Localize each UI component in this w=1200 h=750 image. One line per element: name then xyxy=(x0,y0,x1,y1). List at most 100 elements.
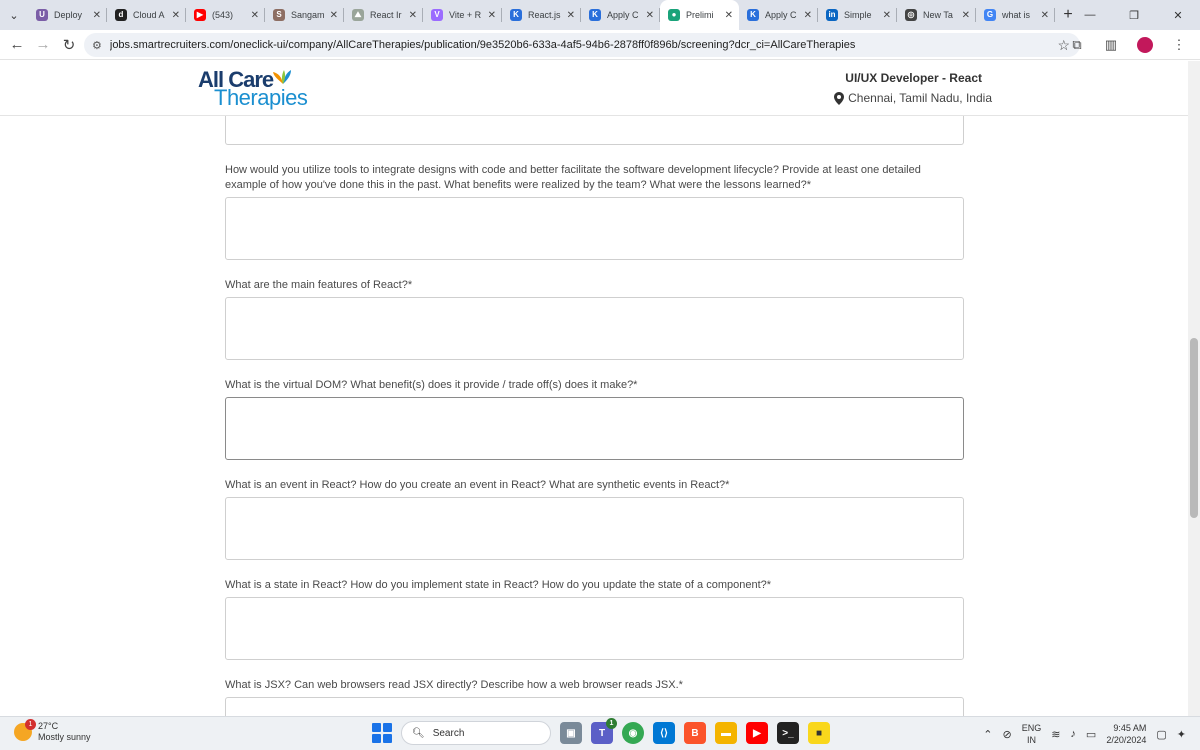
side-panel-icon[interactable]: ▥ xyxy=(1100,33,1122,57)
browser-tab[interactable]: V Vite + R ✕ xyxy=(423,0,502,30)
terminal-icon[interactable]: >_ xyxy=(777,722,799,744)
tab-title: Vite + R xyxy=(449,10,482,20)
tab-favicon-icon: ⛰ xyxy=(352,9,364,21)
tab-favicon-icon: V xyxy=(431,9,443,21)
windows-taskbar: 1 27°C Mostly sunny 🔍︎ Search ▣ T 1 ◉ ⟨⟩… xyxy=(0,716,1200,750)
browser-tab[interactable]: Gwhat is ✕ xyxy=(976,0,1055,30)
browser-tab[interactable]: ● Prelimi ✕ xyxy=(660,0,739,30)
clock[interactable]: 9:45 AM 2/20/2024 xyxy=(1106,722,1146,746)
tab-close-icon[interactable]: ✕ xyxy=(567,10,575,21)
tab-close-icon[interactable]: ✕ xyxy=(646,10,654,21)
tab-close-icon[interactable]: ✕ xyxy=(251,10,259,21)
tab-favicon-icon: d xyxy=(115,9,127,21)
extensions-icon[interactable]: ⧉ xyxy=(1066,33,1088,57)
browser-tab[interactable]: K Apply C ✕ xyxy=(581,0,660,30)
system-tray: ⌃ ⊘ ENG IN ≋ ♪ ▭ 9:45 AM 2/20/2024 ▢ ✦ xyxy=(983,722,1186,746)
browser-tab[interactable]: K React.js ✕ xyxy=(502,0,581,30)
chevron-up-icon[interactable]: ⌃ xyxy=(983,728,992,741)
browser-tab[interactable]: in Simple ✕ xyxy=(818,0,897,30)
menu-icon[interactable]: ⋮ xyxy=(1168,33,1190,57)
page-scrollbar[interactable] xyxy=(1188,61,1200,716)
profile-avatar[interactable] xyxy=(1134,33,1156,57)
answer-textarea[interactable] xyxy=(225,297,964,360)
sun-icon: 1 xyxy=(14,719,36,741)
tab-close-icon[interactable]: ✕ xyxy=(725,10,733,21)
browser-tab[interactable]: ⛰ React Ir ✕ xyxy=(344,0,423,30)
notification-icon[interactable]: ▢ xyxy=(1156,728,1166,741)
tab-close-icon[interactable]: ✕ xyxy=(330,10,338,21)
answer-textarea[interactable] xyxy=(225,497,964,560)
tab-close-icon[interactable]: ✕ xyxy=(93,10,101,21)
sticky-notes-icon[interactable]: ■ xyxy=(808,722,830,744)
youtube-icon[interactable]: ▶ xyxy=(746,722,768,744)
tab-search-icon[interactable]: ⌄ xyxy=(0,0,28,30)
question-field: What is an event in React? How do you cr… xyxy=(225,478,965,560)
tab-list: U Deploy ✕ d Cloud A ✕ ▶ (543) ✕ S Sangam ✕ ⛰ React I… xyxy=(28,0,1055,30)
tab-title: New Ta xyxy=(923,10,953,20)
chrome-icon[interactable]: ◉ xyxy=(622,722,644,744)
browser-tab[interactable]: ▶ (543) ✕ xyxy=(186,0,265,30)
taskbar-apps: 🔍︎ Search ▣ T 1 ◉ ⟨⟩ B ▬ ▶ >_ ■ xyxy=(372,718,830,745)
tab-favicon-icon: U xyxy=(36,9,48,21)
forward-icon[interactable]: → xyxy=(30,32,56,58)
back-icon[interactable]: ← xyxy=(4,32,30,58)
tab-close-icon[interactable]: ✕ xyxy=(488,10,496,21)
reload-icon[interactable]: ↻ xyxy=(56,32,82,58)
answer-textarea[interactable] xyxy=(225,197,964,260)
copilot-icon[interactable]: ✦ xyxy=(1177,728,1186,741)
answer-textarea[interactable] xyxy=(225,397,964,460)
clock-time: 9:45 AM xyxy=(1113,723,1147,733)
windows-start-icon[interactable] xyxy=(372,723,392,743)
tab-close-icon[interactable]: ✕ xyxy=(409,10,417,21)
job-title: UI/UX Developer - React xyxy=(845,71,982,85)
restore-icon[interactable]: ❐ xyxy=(1112,0,1156,30)
clock-date: 2/20/2024 xyxy=(1106,735,1147,745)
question-field: What are the main features of React?* xyxy=(225,278,965,360)
file-explorer-icon[interactable]: ▬ xyxy=(715,722,737,744)
tab-title: what is xyxy=(1002,10,1031,20)
tab-title: (543) xyxy=(212,10,234,20)
question-list: How would you utilize tools to integrate… xyxy=(225,163,965,716)
question-label: What is an event in React? How do you cr… xyxy=(225,479,730,491)
security-icon[interactable]: ⊘ xyxy=(1002,728,1011,741)
teams-icon[interactable]: T 1 xyxy=(591,718,617,744)
answer-textarea[interactable] xyxy=(225,697,964,716)
brave-icon[interactable]: B xyxy=(684,722,706,744)
company-logo[interactable]: All Care Therapies xyxy=(198,67,308,111)
tab-favicon-icon: ● xyxy=(668,9,680,21)
tab-close-icon[interactable]: ✕ xyxy=(172,10,180,21)
minimize-icon[interactable]: — xyxy=(1068,0,1112,30)
tab-title: Cloud A xyxy=(133,10,165,20)
tab-close-icon[interactable]: ✕ xyxy=(1041,10,1049,21)
browser-tab[interactable]: S Sangam ✕ xyxy=(265,0,344,30)
weather-widget[interactable]: 1 27°C Mostly sunny xyxy=(14,719,91,743)
site-info-icon[interactable]: ⚙ xyxy=(92,39,102,52)
tab-favicon-icon: K xyxy=(510,9,522,21)
address-bar[interactable]: ⚙ jobs.smartrecruiters.com/oneclick-ui/c… xyxy=(84,33,1080,57)
browser-tab[interactable]: U Deploy ✕ xyxy=(28,0,107,30)
tab-favicon-icon: ▶ xyxy=(194,9,206,21)
taskbar-search[interactable]: 🔍︎ Search xyxy=(401,721,551,745)
tab-favicon-icon: K xyxy=(589,9,601,21)
previous-answer-textarea[interactable] xyxy=(225,116,964,145)
volume-icon[interactable]: ♪ xyxy=(1070,728,1076,740)
scrollbar-thumb[interactable] xyxy=(1190,338,1198,518)
tab-close-icon[interactable]: ✕ xyxy=(883,10,891,21)
vscode-icon[interactable]: ⟨⟩ xyxy=(653,722,675,744)
tab-close-icon[interactable]: ✕ xyxy=(804,10,812,21)
task-view-icon[interactable]: ▣ xyxy=(560,722,582,744)
logo-leaf-icon xyxy=(273,70,291,84)
browser-tab[interactable]: d Cloud A ✕ xyxy=(107,0,186,30)
close-window-icon[interactable]: ✕ xyxy=(1156,0,1200,30)
browser-tab[interactable]: ◎ New Ta ✕ xyxy=(897,0,976,30)
tab-close-icon[interactable]: ✕ xyxy=(962,10,970,21)
search-label: Search xyxy=(432,727,465,739)
language-indicator[interactable]: ENG IN xyxy=(1022,722,1042,746)
page-viewport: All Care Therapies UI/UX Developer - Rea… xyxy=(0,61,1188,716)
question-field: What is a state in React? How do you imp… xyxy=(225,578,965,660)
browser-tab[interactable]: K Apply C ✕ xyxy=(739,0,818,30)
answer-textarea[interactable] xyxy=(225,597,964,660)
wifi-icon[interactable]: ≋ xyxy=(1051,728,1060,741)
battery-icon[interactable]: ▭ xyxy=(1086,728,1096,741)
url-text[interactable]: jobs.smartrecruiters.com/oneclick-ui/com… xyxy=(110,39,855,51)
